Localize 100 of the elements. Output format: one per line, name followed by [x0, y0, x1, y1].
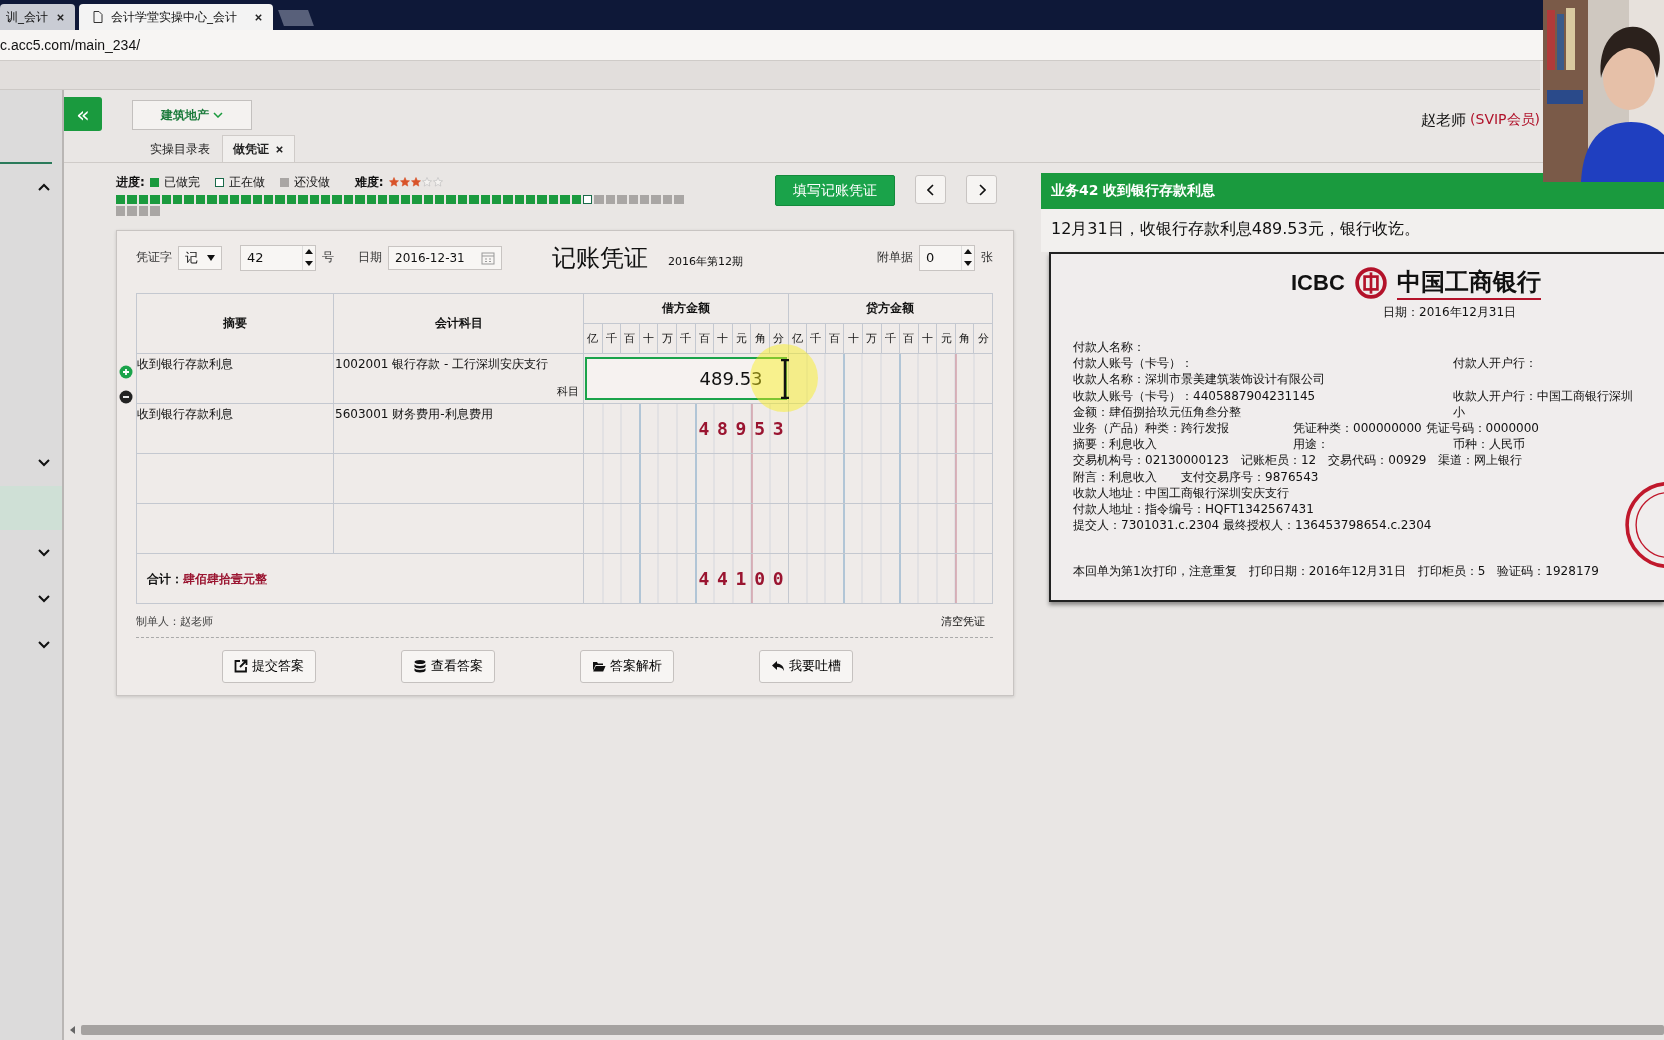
- unit-header: 分: [769, 323, 789, 354]
- progress-step[interactable]: [207, 195, 217, 205]
- calendar-icon[interactable]: [481, 250, 495, 265]
- remove-row-icon[interactable]: [119, 389, 133, 404]
- debit-total: 44100: [698, 567, 788, 589]
- progress-step[interactable]: [571, 195, 581, 205]
- progress-step[interactable]: [480, 195, 490, 205]
- close-icon[interactable]: [275, 144, 284, 154]
- receipt-field: 付款人地址：指令编号：HQFT1342567431: [1073, 501, 1664, 518]
- progress-step[interactable]: [366, 195, 376, 205]
- progress-step[interactable]: [491, 195, 502, 205]
- collapse-sidebar-button[interactable]: «: [64, 97, 102, 131]
- summary-cell[interactable]: 收到银行存款利息: [137, 356, 233, 371]
- progress-step[interactable]: [503, 195, 513, 205]
- progress-step[interactable]: [514, 195, 525, 205]
- progress-step[interactable]: [184, 195, 194, 205]
- page-tab[interactable]: 实操目录表: [140, 136, 220, 162]
- progress-step[interactable]: [150, 195, 160, 205]
- attachment-count-field[interactable]: 0: [919, 244, 975, 271]
- unit-header: 分: [974, 323, 993, 354]
- voucher-title: 记账凭证: [552, 242, 648, 274]
- add-row-icon[interactable]: [119, 364, 133, 379]
- progress-step[interactable]: [229, 195, 240, 205]
- new-tab-button[interactable]: [278, 10, 314, 26]
- collapse-icon[interactable]: [38, 183, 50, 191]
- user-name: 赵老师: [1421, 110, 1467, 130]
- progress-step[interactable]: [161, 195, 171, 205]
- receipt-field: 金额：肆佰捌拾玖元伍角叁分整: [1073, 403, 1453, 420]
- column-header: 借方金额: [583, 293, 789, 324]
- unit-header: 角: [750, 323, 770, 354]
- voucher-word-select[interactable]: 记: [178, 245, 222, 270]
- legend-swatch: [149, 177, 159, 187]
- spinner-icon[interactable]: [302, 245, 315, 270]
- total-in-words: 肆佰肆拾壹元整: [183, 571, 267, 586]
- spinner-icon[interactable]: [961, 245, 974, 270]
- debit-amount-input[interactable]: 489.53: [585, 356, 787, 400]
- progress-step[interactable]: [389, 195, 399, 205]
- progress-step[interactable]: [172, 195, 183, 205]
- browser-tab[interactable]: 训_会计: [0, 4, 75, 30]
- progress-step[interactable]: [434, 195, 445, 205]
- progress-step[interactable]: [138, 195, 149, 205]
- progress-step[interactable]: [127, 195, 137, 205]
- progress-step[interactable]: [252, 195, 263, 205]
- legend-swatch: [279, 177, 289, 187]
- progress-step[interactable]: [343, 195, 354, 205]
- receipt-field: 付款人开户行：: [1453, 355, 1664, 372]
- progress-step[interactable]: [195, 195, 206, 205]
- close-icon[interactable]: [254, 12, 263, 22]
- progress-step[interactable]: [332, 195, 342, 205]
- progress-step[interactable]: [116, 195, 126, 205]
- subject-cell[interactable]: 5603001 财务费用-利息费用: [335, 406, 493, 421]
- voucher-number-field[interactable]: 42: [240, 244, 316, 271]
- progress-step[interactable]: [469, 195, 479, 205]
- voucher-maker: 制单人：赵老师: [136, 613, 213, 629]
- previous-button[interactable]: [915, 175, 946, 204]
- progress-step[interactable]: [548, 195, 559, 205]
- progress-step[interactable]: [560, 195, 570, 205]
- progress-step[interactable]: [286, 195, 297, 205]
- expand-icon[interactable]: [38, 595, 50, 603]
- receipt-field: 收款人账号（卡号）：4405887904231145: [1073, 387, 1453, 404]
- progress-step[interactable]: [457, 195, 468, 205]
- progress-step[interactable]: [218, 195, 228, 205]
- expand-icon[interactable]: [38, 459, 50, 467]
- receipt-field: 用途：: [1293, 436, 1453, 453]
- industry-dropdown[interactable]: 建筑地产: [132, 100, 252, 130]
- subject-cell[interactable]: 1002001 银行存款 - 工行深圳安庆支行: [335, 356, 549, 371]
- expand-icon[interactable]: [38, 549, 50, 557]
- progress-step[interactable]: [275, 195, 285, 205]
- expand-icon[interactable]: [38, 641, 50, 649]
- page-tab[interactable]: 做凭证: [222, 135, 295, 162]
- progress-step[interactable]: [446, 195, 456, 205]
- progress-step[interactable]: [378, 195, 388, 205]
- progress-step[interactable]: [355, 195, 365, 205]
- action-button[interactable]: 我要吐槽: [759, 649, 853, 683]
- debit-amount: 48953: [698, 417, 788, 439]
- summary-cell[interactable]: 收到银行存款利息: [137, 406, 233, 421]
- page-icon: [93, 11, 103, 23]
- clear-voucher-link[interactable]: 清空凭证: [941, 613, 985, 629]
- next-button[interactable]: [966, 175, 997, 204]
- browser-tab[interactable]: 会计学堂实操中心_会计: [79, 4, 273, 30]
- date-field[interactable]: 2016-12-31: [388, 245, 502, 270]
- chevron-down-icon: [213, 112, 223, 118]
- progress-step[interactable]: [241, 195, 251, 205]
- progress-step[interactable]: [583, 195, 593, 205]
- progress-label: 进度:: [116, 173, 145, 191]
- progress-step[interactable]: [423, 195, 433, 205]
- action-button[interactable]: 提交答案: [222, 649, 316, 683]
- action-button[interactable]: 答案解析: [580, 649, 674, 683]
- progress-step[interactable]: [537, 195, 547, 205]
- action-button[interactable]: 查看答案: [401, 649, 495, 683]
- close-icon[interactable]: [56, 12, 65, 22]
- progress-step[interactable]: [526, 195, 536, 205]
- unit-header: 元: [732, 323, 751, 354]
- progress-step[interactable]: [264, 195, 274, 205]
- progress-step[interactable]: [298, 195, 308, 205]
- progress-step[interactable]: [400, 195, 411, 205]
- progress-step[interactable]: [309, 195, 320, 205]
- progress-step[interactable]: [321, 195, 331, 205]
- progress-step[interactable]: [412, 195, 422, 205]
- task-description: 12月31日，收银行存款利息489.53元，银行收讫。: [1041, 209, 1664, 252]
